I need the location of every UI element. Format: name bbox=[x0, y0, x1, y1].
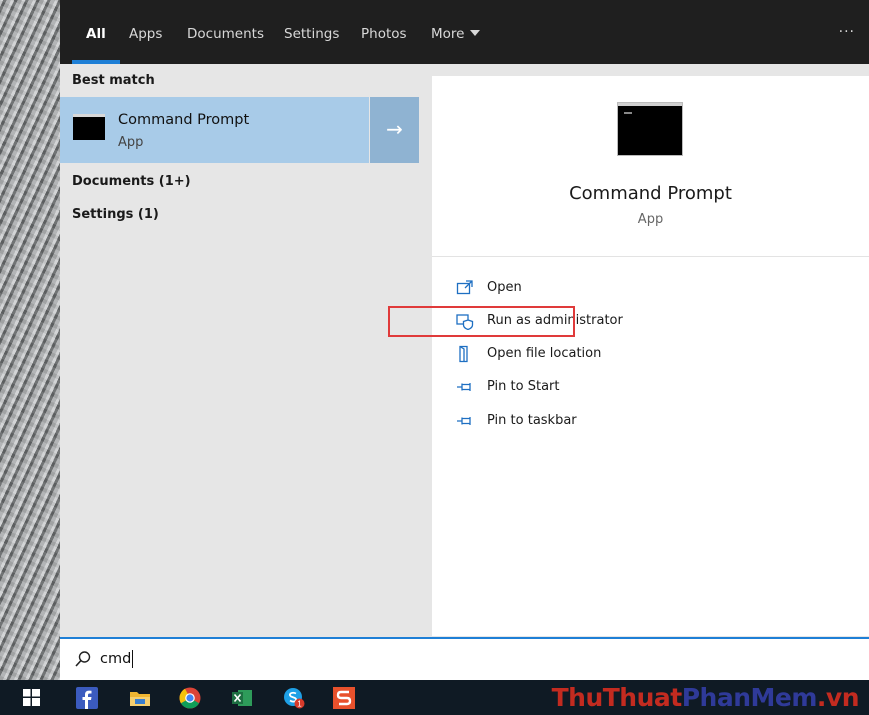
open-icon bbox=[456, 280, 473, 295]
watermark-part1: ThuThuat bbox=[551, 683, 683, 712]
more-options-icon[interactable]: ··· bbox=[839, 24, 855, 40]
app-s-icon[interactable] bbox=[333, 687, 355, 709]
expand-arrow-icon[interactable]: → bbox=[370, 97, 419, 163]
search-query: cmd bbox=[100, 651, 132, 667]
best-match-heading: Best match bbox=[72, 73, 155, 88]
file-explorer-icon[interactable] bbox=[129, 687, 151, 709]
chrome-icon[interactable] bbox=[179, 687, 201, 709]
action-open-label: Open bbox=[487, 280, 522, 295]
watermark-part2: PhanMem bbox=[681, 683, 818, 712]
action-open-file-location-label: Open file location bbox=[487, 346, 602, 361]
category-settings[interactable]: Settings (1) bbox=[72, 207, 159, 222]
pin-icon bbox=[457, 383, 471, 391]
tab-documents[interactable]: Documents bbox=[187, 26, 264, 64]
best-match-title: Command Prompt bbox=[118, 112, 250, 128]
category-documents[interactable]: Documents (1+) bbox=[72, 174, 191, 189]
search-box[interactable]: cmd bbox=[60, 637, 869, 680]
search-filter-bar: All Apps Documents Settings Photos More … bbox=[60, 0, 869, 64]
run-as-administrator-highlight bbox=[388, 306, 575, 337]
windows-start-icon[interactable] bbox=[23, 689, 40, 706]
chevron-down-icon bbox=[470, 30, 481, 36]
action-pin-to-start-label: Pin to Start bbox=[487, 379, 560, 394]
best-match-result[interactable]: Command Prompt App bbox=[60, 97, 369, 163]
search-input[interactable]: cmd bbox=[100, 650, 134, 668]
skype-icon[interactable]: 1 bbox=[283, 687, 305, 709]
skype-badge: 1 bbox=[297, 700, 302, 709]
text-cursor bbox=[132, 650, 134, 668]
tab-more-label: More bbox=[431, 26, 465, 42]
best-match-subtitle: App bbox=[118, 135, 144, 150]
command-prompt-icon bbox=[73, 114, 105, 140]
tab-more[interactable]: More bbox=[431, 26, 481, 64]
facebook-icon[interactable] bbox=[76, 687, 98, 709]
tab-apps[interactable]: Apps bbox=[129, 26, 162, 64]
desktop-wallpaper bbox=[0, 0, 60, 680]
app-preview-pane: Command Prompt App Open Run as administr… bbox=[432, 76, 869, 636]
command-prompt-large-icon bbox=[618, 103, 682, 155]
tab-all[interactable]: All bbox=[72, 26, 120, 64]
tab-photos[interactable]: Photos bbox=[361, 26, 407, 64]
excel-icon[interactable] bbox=[231, 687, 253, 709]
action-pin-to-taskbar-label: Pin to taskbar bbox=[487, 413, 577, 428]
tab-settings[interactable]: Settings bbox=[284, 26, 339, 64]
preview-title: Command Prompt bbox=[569, 183, 732, 204]
file-location-icon bbox=[459, 345, 468, 363]
watermark-logo: ThuThuatPhanMem.vn bbox=[551, 683, 860, 712]
preview-subtitle: App bbox=[637, 212, 664, 227]
divider bbox=[432, 256, 869, 257]
pin-icon bbox=[457, 417, 471, 425]
start-search-panel: All Apps Documents Settings Photos More … bbox=[60, 0, 869, 680]
watermark-part3: .vn bbox=[816, 683, 860, 712]
search-icon bbox=[75, 651, 91, 667]
